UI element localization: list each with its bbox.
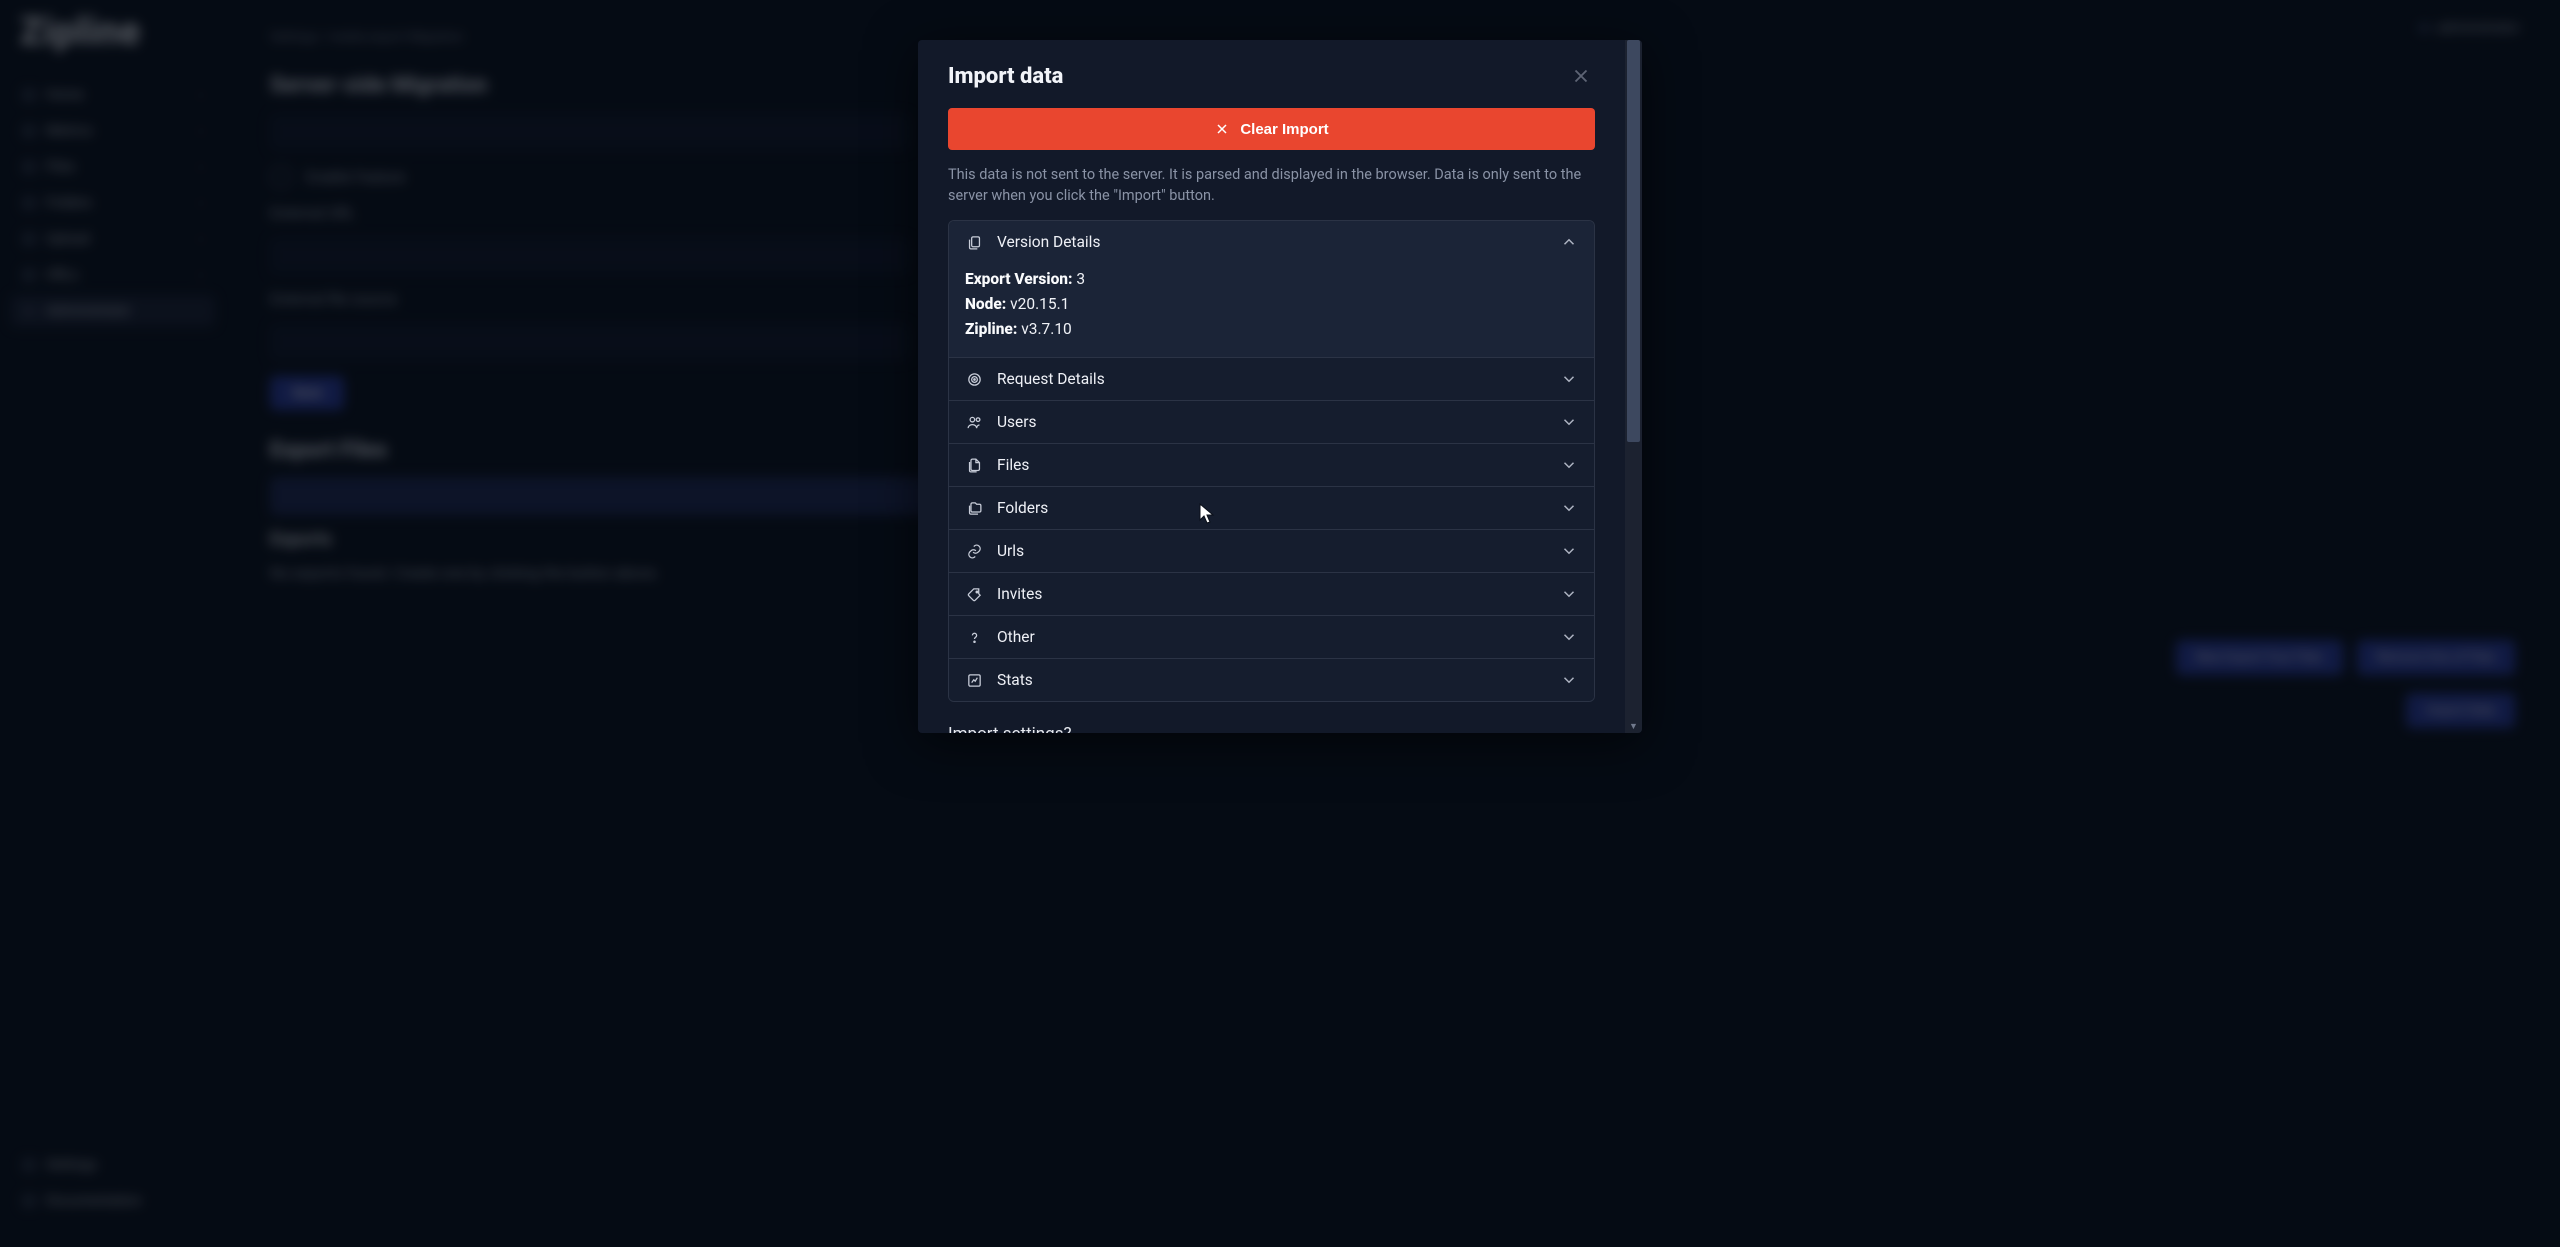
tag-icon <box>965 585 983 603</box>
clear-import-label: Clear Import <box>1240 121 1328 138</box>
accordion-header-other[interactable]: Other <box>949 616 1594 658</box>
clear-import-button[interactable]: Clear Import <box>948 108 1595 150</box>
chevron-down-icon <box>1560 585 1578 603</box>
accordion-label: Invites <box>997 585 1042 603</box>
accordion-header-folders[interactable]: Folders <box>949 487 1594 529</box>
accordion-stats: Stats <box>949 659 1594 701</box>
accordion-header-request-details[interactable]: Request Details <box>949 358 1594 400</box>
x-icon <box>1214 121 1230 137</box>
accordion-label: Request Details <box>997 370 1105 388</box>
accordion-header-files[interactable]: Files <box>949 444 1594 486</box>
chevron-down-icon <box>1560 456 1578 474</box>
modal-overlay[interactable]: Import data Clear Import This data is no… <box>0 0 2560 1247</box>
version-details-body: Export Version: 3 Node: v20.15.1 Zipline… <box>949 263 1594 357</box>
accordion-other: Other <box>949 616 1594 659</box>
modal-info-text: This data is not sent to the server. It … <box>948 164 1595 206</box>
accordion-header-version-details[interactable]: Version Details <box>949 221 1594 263</box>
accordion-label: Folders <box>997 499 1048 517</box>
scroll-thumb[interactable] <box>1627 40 1640 442</box>
link-icon <box>965 542 983 560</box>
accordion-label: Urls <box>997 542 1024 560</box>
scroll-down-arrow-icon[interactable]: ▼ <box>1625 719 1642 733</box>
accordion-files: Files <box>949 444 1594 487</box>
accordion-folders: Folders <box>949 487 1594 530</box>
files-icon <box>965 456 983 474</box>
chevron-down-icon <box>1560 628 1578 646</box>
accordion-label: Stats <box>997 671 1033 689</box>
accordion-request-details: Request Details <box>949 358 1594 401</box>
accordion-header-invites[interactable]: Invites <box>949 573 1594 615</box>
close-button[interactable] <box>1567 62 1595 90</box>
chevron-down-icon <box>1560 499 1578 517</box>
versions-icon <box>965 233 983 251</box>
modal-scrollbar[interactable]: ▲ ▼ <box>1625 40 1642 733</box>
accordion-invites: Invites <box>949 573 1594 616</box>
import-accordion: Version Details Export Version: 3 <box>948 220 1595 702</box>
accordion-header-stats[interactable]: Stats <box>949 659 1594 701</box>
chevron-down-icon <box>1560 671 1578 689</box>
stats-icon <box>965 671 983 689</box>
accordion-users: Users <box>949 401 1594 444</box>
chevron-down-icon <box>1560 370 1578 388</box>
accordion-urls: Urls <box>949 530 1594 573</box>
import-modal: Import data Clear Import This data is no… <box>918 40 1642 733</box>
folders-icon <box>965 499 983 517</box>
close-icon <box>1570 65 1592 87</box>
users-icon <box>965 413 983 431</box>
chevron-up-icon <box>1560 233 1578 251</box>
accordion-label: Version Details <box>997 233 1100 251</box>
modal-title: Import data <box>948 64 1063 89</box>
chevron-down-icon <box>1560 542 1578 560</box>
accordion-header-urls[interactable]: Urls <box>949 530 1594 572</box>
accordion-label: Users <box>997 413 1037 431</box>
accordion-label: Files <box>997 456 1029 474</box>
chevron-down-icon <box>1560 413 1578 431</box>
accordion-header-users[interactable]: Users <box>949 401 1594 443</box>
accordion-label: Other <box>997 628 1035 646</box>
target-icon <box>965 370 983 388</box>
question-icon <box>965 628 983 646</box>
accordion-version-details: Version Details Export Version: 3 <box>949 221 1594 358</box>
import-settings-heading: Import settings? <box>948 724 1595 733</box>
